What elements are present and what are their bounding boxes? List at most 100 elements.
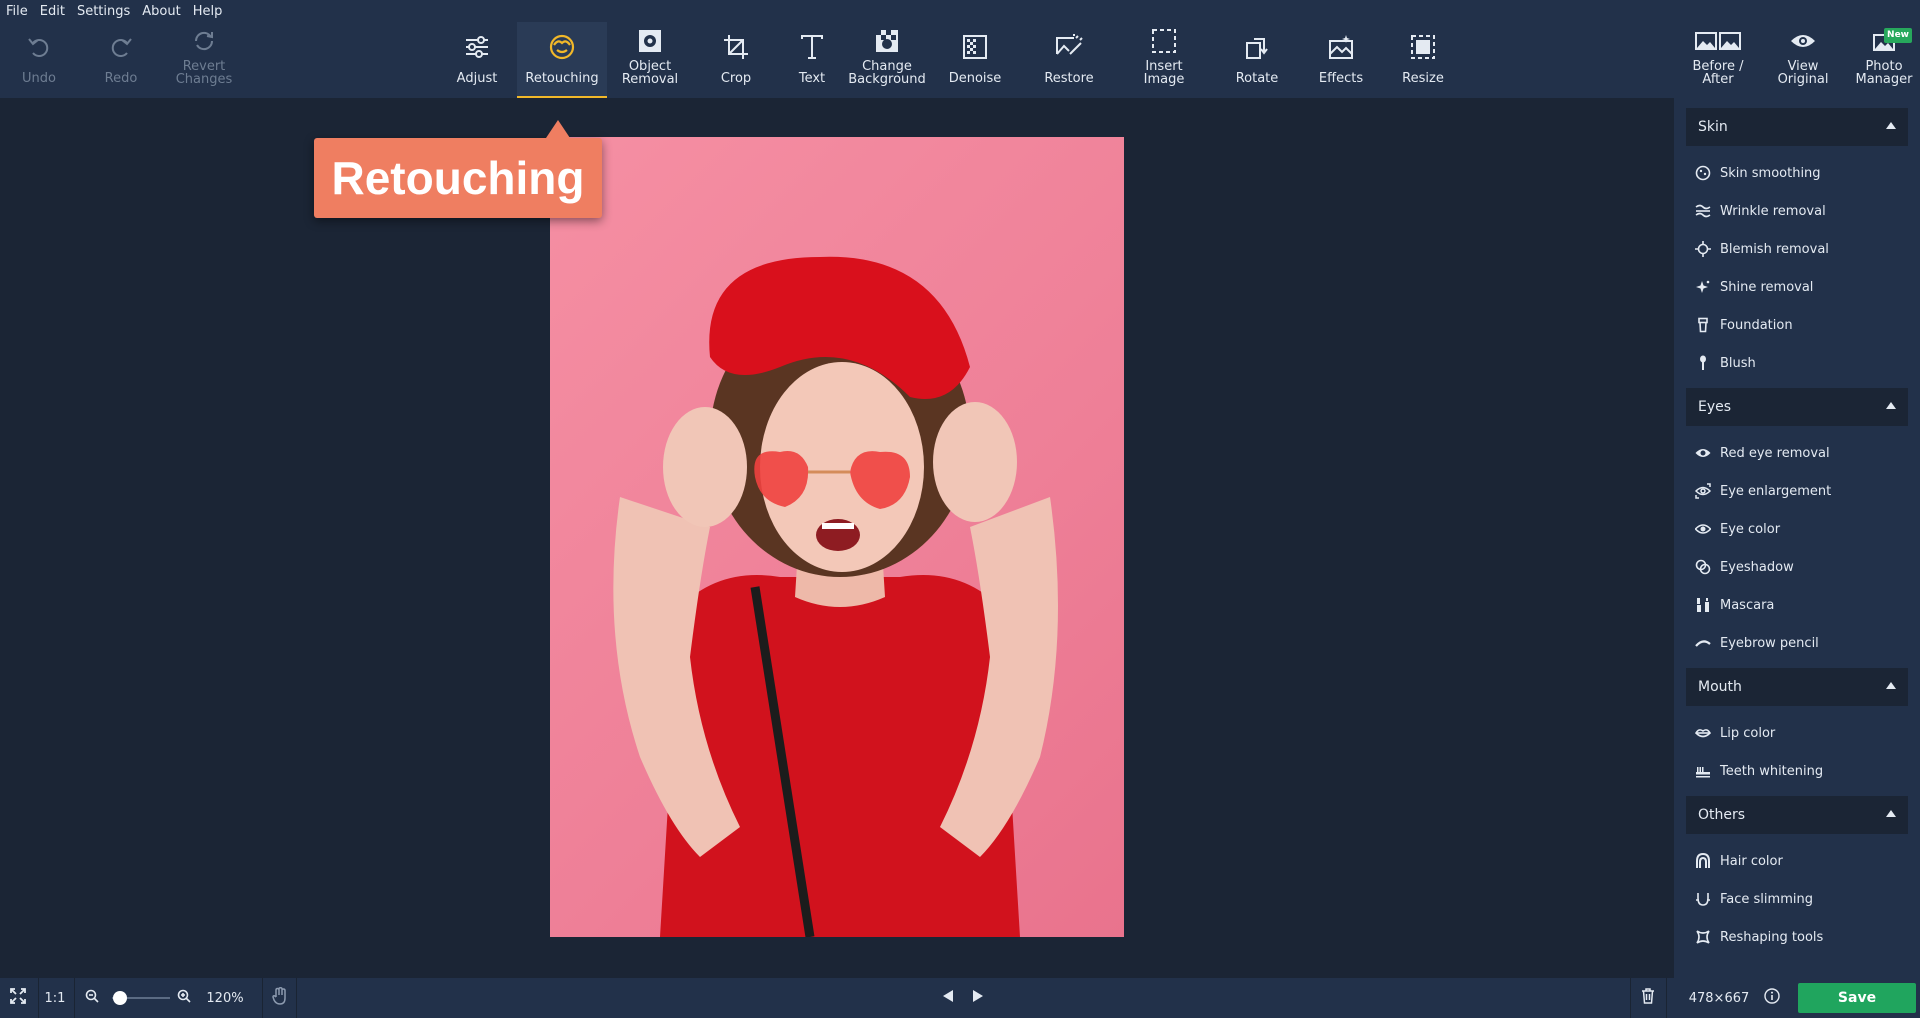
redo-button[interactable]: Redo: [90, 22, 152, 98]
item-teeth-whitening[interactable]: Teeth whitening: [1686, 756, 1908, 786]
undo-label: Undo: [22, 71, 56, 86]
section-skin-header[interactable]: Skin: [1686, 108, 1908, 146]
eyeshadow-icon: [1686, 559, 1720, 575]
tooltip-text: Retouching: [331, 152, 585, 204]
tool-adjust[interactable]: Adjust: [446, 22, 508, 98]
blemish-icon: [1686, 241, 1720, 257]
menu-file[interactable]: File: [6, 4, 28, 19]
info-button[interactable]: [1760, 978, 1784, 1018]
image-dimensions: 478×667: [1684, 978, 1754, 1018]
blush-brush-icon: [1686, 355, 1720, 371]
photo-preview[interactable]: [550, 137, 1124, 937]
sliders-icon: [464, 22, 490, 72]
zoom-level: 120%: [200, 978, 250, 1018]
item-skin-smoothing[interactable]: Skin smoothing: [1686, 158, 1908, 188]
hand-icon: [272, 987, 288, 1009]
section-others-header[interactable]: Others: [1686, 796, 1908, 834]
wrinkle-icon: [1686, 203, 1720, 219]
item-reshaping-tools[interactable]: Reshaping tools: [1686, 922, 1908, 952]
section-mouth-title: Mouth: [1698, 679, 1742, 695]
item-blush[interactable]: Blush: [1686, 348, 1908, 378]
canvas-area[interactable]: Retouching: [0, 98, 1674, 978]
tool-crop[interactable]: Crop: [706, 22, 766, 98]
section-mouth-header[interactable]: Mouth: [1686, 668, 1908, 706]
zoom-slider-handle[interactable]: [113, 991, 127, 1005]
tool-retouching[interactable]: Retouching: [517, 22, 607, 98]
item-eye-color[interactable]: Eye color: [1686, 514, 1908, 544]
tool-restore[interactable]: Restore: [1034, 22, 1104, 98]
tool-retouching-label: Retouching: [525, 71, 599, 86]
rotate-icon: [1244, 22, 1270, 72]
face-slim-icon: [1686, 891, 1720, 907]
menu-edit[interactable]: Edit: [40, 4, 65, 19]
undo-button[interactable]: Undo: [8, 22, 70, 98]
item-label: Red eye removal: [1720, 445, 1830, 461]
item-eye-enlargement[interactable]: Eye enlargement: [1686, 476, 1908, 506]
object-removal-icon: [637, 22, 663, 60]
item-shine-removal[interactable]: Shine removal: [1686, 272, 1908, 302]
item-label: Shine removal: [1720, 279, 1814, 295]
item-mascara[interactable]: Mascara: [1686, 590, 1908, 620]
before-after-button[interactable]: Before / After: [1686, 22, 1750, 98]
item-label: Wrinkle removal: [1720, 203, 1826, 219]
divider: [296, 978, 297, 1018]
item-blemish-removal[interactable]: Blemish removal: [1686, 234, 1908, 264]
view-original-button[interactable]: View Original: [1772, 22, 1834, 98]
item-hair-color[interactable]: Hair color: [1686, 846, 1908, 876]
tool-denoise[interactable]: Denoise: [944, 22, 1006, 98]
item-label: Teeth whitening: [1720, 763, 1824, 779]
item-label: Face slimming: [1720, 891, 1813, 907]
zoom-in-button[interactable]: [174, 978, 194, 1018]
tool-resize[interactable]: Resize: [1392, 22, 1454, 98]
tool-insert-image[interactable]: Insert Image: [1128, 22, 1200, 98]
menu-help[interactable]: Help: [193, 4, 223, 19]
delete-button[interactable]: [1636, 978, 1660, 1018]
item-eyebrow-pencil[interactable]: Eyebrow pencil: [1686, 628, 1908, 658]
item-foundation[interactable]: Foundation: [1686, 310, 1908, 340]
item-face-slimming[interactable]: Face slimming: [1686, 884, 1908, 914]
revert-icon: [191, 22, 217, 60]
retouching-panel: Skin Skin smoothing Wrinkle removal Blem…: [1674, 98, 1920, 978]
item-red-eye-removal[interactable]: Red eye removal: [1686, 438, 1908, 468]
foundation-icon: [1686, 317, 1720, 333]
trash-icon: [1641, 988, 1655, 1008]
before-after-label: Before / After: [1692, 59, 1744, 87]
pan-tool-button[interactable]: [266, 978, 294, 1018]
toothbrush-icon: [1686, 763, 1720, 779]
zoom-out-button[interactable]: [82, 978, 102, 1018]
eye-enlarge-icon: [1686, 483, 1720, 499]
item-label: Eyeshadow: [1720, 559, 1794, 575]
section-eyes-header[interactable]: Eyes: [1686, 388, 1908, 426]
photo-manager-button[interactable]: Photo Manager New: [1852, 22, 1916, 98]
tool-tooltip: Retouching: [314, 120, 602, 218]
next-image-button[interactable]: [966, 978, 990, 1018]
tool-rotate[interactable]: Rotate: [1226, 22, 1288, 98]
previous-image-button[interactable]: [936, 978, 960, 1018]
tool-effects[interactable]: Effects: [1308, 22, 1374, 98]
item-label: Foundation: [1720, 317, 1793, 333]
menu-settings[interactable]: Settings: [77, 4, 130, 19]
ratio-label: 1:1: [44, 990, 66, 1006]
restore-icon: [1054, 22, 1084, 72]
save-button[interactable]: Save: [1798, 983, 1916, 1013]
tool-text[interactable]: Text: [782, 22, 842, 98]
mascara-icon: [1686, 597, 1720, 613]
item-label: Eyebrow pencil: [1720, 635, 1819, 651]
item-label: Reshaping tools: [1720, 929, 1824, 945]
item-label: Eye color: [1720, 521, 1781, 537]
tool-change-background-label: Change Background: [848, 59, 926, 87]
tool-object-removal[interactable]: Object Removal: [612, 22, 688, 98]
menu-about[interactable]: About: [142, 4, 180, 19]
tool-change-background[interactable]: Change Background: [844, 22, 930, 98]
revert-changes-button[interactable]: Revert Changes: [168, 22, 240, 98]
eye-icon: [1686, 523, 1720, 535]
item-wrinkle-removal[interactable]: Wrinkle removal: [1686, 196, 1908, 226]
item-eyeshadow[interactable]: Eyeshadow: [1686, 552, 1908, 582]
item-lip-color[interactable]: Lip color: [1686, 718, 1908, 748]
fit-screen-button[interactable]: [4, 978, 32, 1018]
retouch-face-icon: [548, 22, 576, 72]
actual-size-button[interactable]: 1:1: [42, 978, 68, 1018]
section-others-title: Others: [1698, 807, 1746, 823]
item-label: Hair color: [1720, 853, 1783, 869]
redo-label: Redo: [104, 71, 138, 86]
